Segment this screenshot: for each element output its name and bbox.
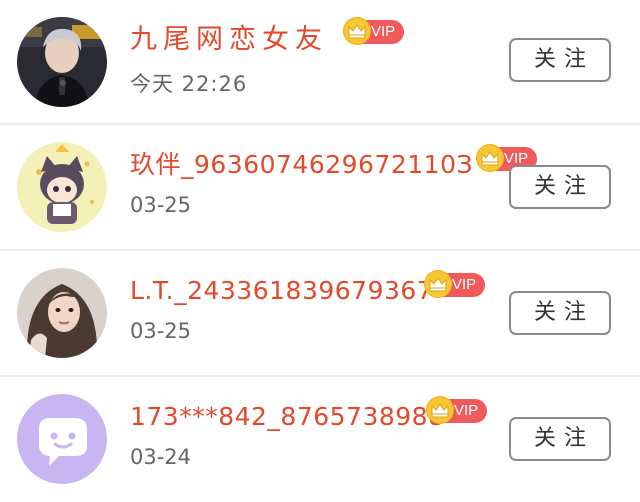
username[interactable]: 173***842_8765738988	[130, 397, 445, 437]
user-avatar[interactable]	[17, 17, 107, 107]
timestamp: 03-25	[130, 319, 192, 343]
timestamp: 03-24	[130, 445, 192, 469]
list-item[interactable]: 玖伴_9636074629672110З VIP 03-25 关注	[0, 125, 640, 250]
timestamp: 03-25	[130, 193, 192, 217]
user-avatar[interactable]	[17, 142, 107, 232]
crown-icon	[343, 17, 371, 45]
photo-young-man-icon	[17, 17, 107, 107]
vip-label: VIP	[452, 276, 477, 293]
crown-icon	[476, 144, 504, 172]
photo-young-woman-icon	[17, 268, 107, 358]
anime-cat-character-icon	[17, 142, 107, 232]
follower-list: 九尾网恋女友 VIP 今天 22:26 关注 玖伴_96360746296721…	[0, 0, 640, 499]
list-item[interactable]: L.T._243361839679367 VIP 03-25 关注	[0, 251, 640, 376]
follow-button[interactable]: 关注	[509, 165, 611, 209]
username[interactable]: L.T._243361839679367	[130, 271, 433, 311]
user-avatar[interactable]	[17, 268, 107, 358]
follow-button[interactable]: 关注	[509, 417, 611, 461]
user-avatar[interactable]	[17, 394, 107, 484]
username[interactable]: 玖伴_9636074629672110З	[130, 145, 473, 185]
crown-icon	[424, 270, 452, 298]
list-item[interactable]: 九尾网恋女友 VIP 今天 22:26 关注	[0, 0, 640, 125]
vip-badge: VIP	[343, 17, 405, 45]
vip-badge: VIP	[426, 396, 488, 424]
follow-button[interactable]: 关注	[509, 291, 611, 335]
follow-button[interactable]: 关注	[509, 38, 611, 82]
timestamp: 今天 22:26	[130, 72, 248, 96]
vip-label: VIP	[454, 402, 479, 419]
vip-label: VIP	[371, 23, 396, 40]
crown-icon	[426, 396, 454, 424]
vip-badge: VIP	[424, 270, 486, 298]
chat-bubble-face-icon	[17, 394, 107, 484]
username[interactable]: 九尾网恋女友	[130, 20, 328, 60]
list-item[interactable]: 173***842_8765738988 VIP 03-24 关注	[0, 377, 640, 502]
